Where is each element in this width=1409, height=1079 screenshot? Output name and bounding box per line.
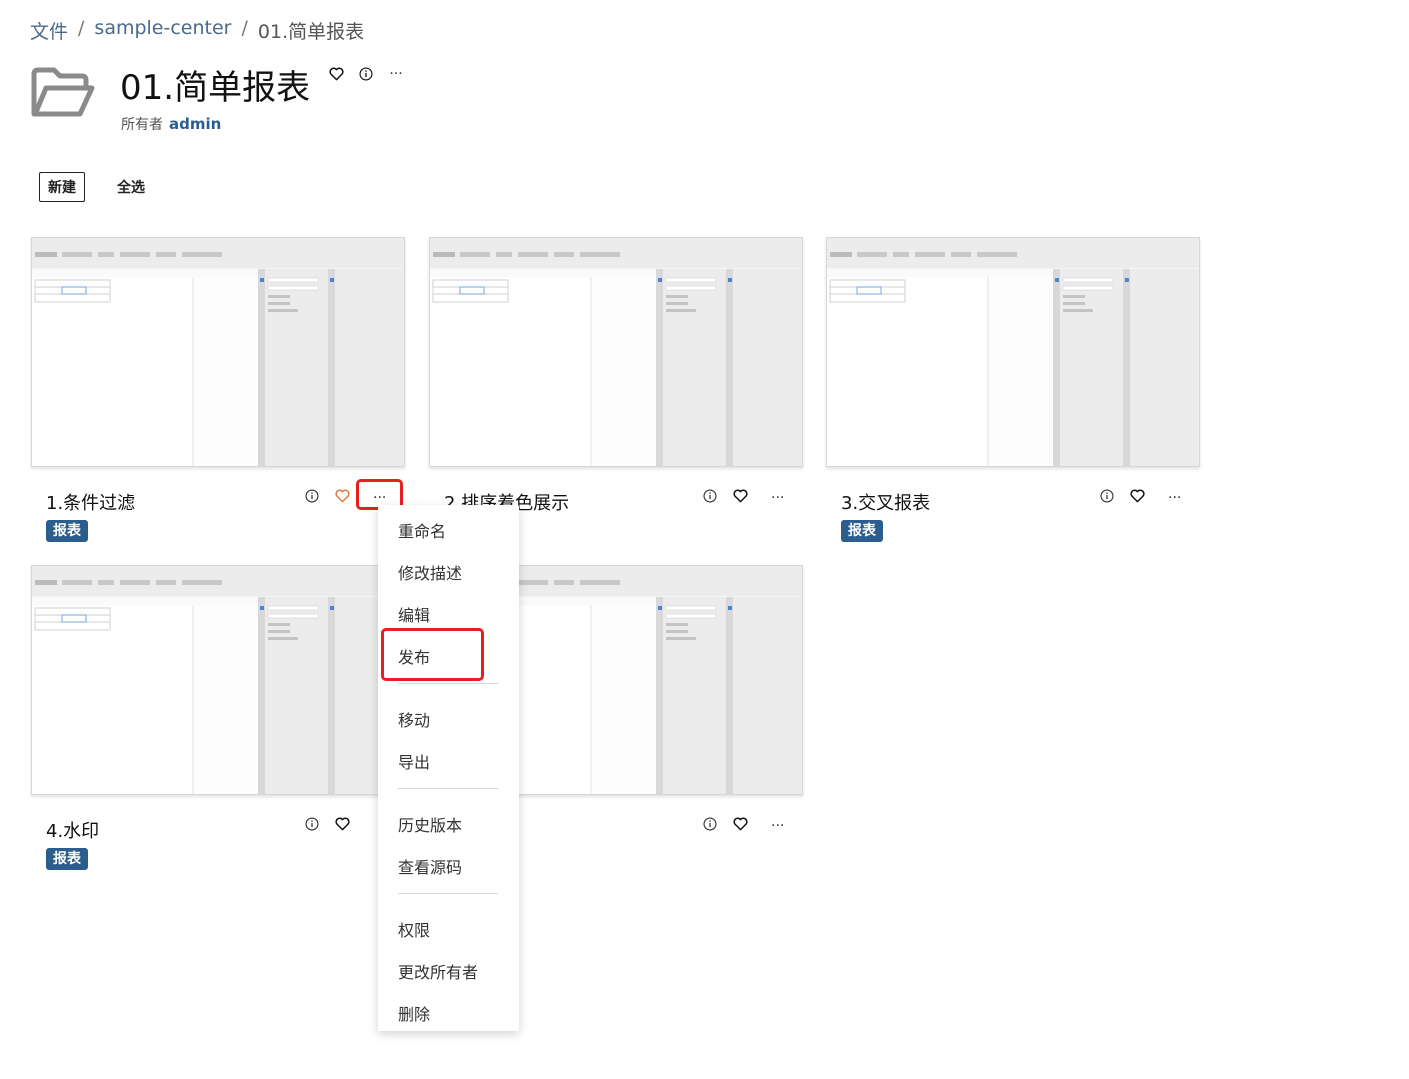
- menu-divider: [398, 893, 498, 894]
- owner-info: 所有者 admin: [121, 114, 221, 134]
- info-icon[interactable]: [358, 66, 374, 82]
- title-actions: ···: [328, 66, 404, 82]
- card-actions: [702, 488, 748, 504]
- more-icon[interactable]: ···: [771, 818, 784, 834]
- info-icon[interactable]: [1099, 488, 1115, 504]
- folder-icon: [30, 66, 96, 120]
- more-icon[interactable]: ···: [373, 490, 386, 506]
- breadcrumb-separator: /: [241, 17, 248, 39]
- card-thumbnail[interactable]: [31, 565, 405, 795]
- menu-item-permissions[interactable]: 权限: [398, 917, 430, 941]
- card-title[interactable]: 4.水印: [46, 817, 99, 843]
- new-button[interactable]: 新建: [39, 172, 85, 202]
- heart-icon[interactable]: [1129, 488, 1145, 504]
- heart-icon[interactable]: [732, 488, 748, 504]
- card-tag: 报表: [841, 520, 883, 542]
- breadcrumb-separator: /: [78, 17, 85, 39]
- card-actions: [702, 816, 748, 832]
- owner-name[interactable]: admin: [169, 115, 221, 133]
- menu-item-edit[interactable]: 编辑: [398, 602, 430, 626]
- menu-item-export[interactable]: 导出: [398, 749, 430, 773]
- owner-label: 所有者: [121, 117, 163, 133]
- menu-item-edit-description[interactable]: 修改描述: [398, 560, 462, 584]
- heart-icon[interactable]: [732, 816, 748, 832]
- info-icon[interactable]: [304, 488, 320, 504]
- card-tag: 报表: [46, 848, 88, 870]
- card-actions: [1099, 488, 1145, 504]
- card-actions: [304, 816, 350, 832]
- menu-item-view-source[interactable]: 查看源码: [398, 854, 462, 878]
- breadcrumb-item-sample-center[interactable]: sample-center: [94, 17, 231, 44]
- info-icon[interactable]: [702, 488, 718, 504]
- more-icon[interactable]: ···: [1168, 490, 1181, 506]
- context-menu: 重命名 修改描述 编辑 发布 移动 导出 历史版本 查看源码 权限 更改所有者 …: [378, 505, 519, 1031]
- select-all-button[interactable]: 全选: [117, 172, 145, 202]
- card-thumbnail[interactable]: [429, 237, 803, 467]
- menu-divider: [398, 788, 498, 789]
- more-icon[interactable]: ···: [388, 66, 404, 82]
- menu-item-history[interactable]: 历史版本: [398, 812, 462, 836]
- menu-item-delete[interactable]: 删除: [398, 1001, 430, 1025]
- menu-item-rename[interactable]: 重命名: [398, 518, 446, 542]
- breadcrumb: 文件 / sample-center / 01.简单报表: [30, 17, 364, 44]
- page-title: 01.简单报表: [120, 68, 311, 108]
- menu-item-change-owner[interactable]: 更改所有者: [398, 959, 478, 983]
- card-title[interactable]: 1.条件过滤: [46, 489, 135, 515]
- menu-item-publish[interactable]: 发布: [398, 644, 430, 668]
- info-icon[interactable]: [304, 816, 320, 832]
- breadcrumb-item-current: 01.简单报表: [257, 21, 365, 43]
- breadcrumb-item-files[interactable]: 文件: [30, 17, 68, 44]
- card-thumbnail[interactable]: [31, 237, 405, 467]
- more-icon[interactable]: ···: [771, 490, 784, 506]
- heart-icon[interactable]: [334, 816, 350, 832]
- card-tag: 报表: [46, 520, 88, 542]
- menu-divider: [398, 683, 498, 684]
- card-title[interactable]: 3.交叉报表: [841, 489, 930, 515]
- card-actions: [304, 488, 350, 504]
- heart-icon[interactable]: [334, 488, 350, 504]
- info-icon[interactable]: [702, 816, 718, 832]
- menu-item-move[interactable]: 移动: [398, 707, 430, 731]
- heart-icon[interactable]: [328, 66, 344, 82]
- card-thumbnail[interactable]: [826, 237, 1200, 467]
